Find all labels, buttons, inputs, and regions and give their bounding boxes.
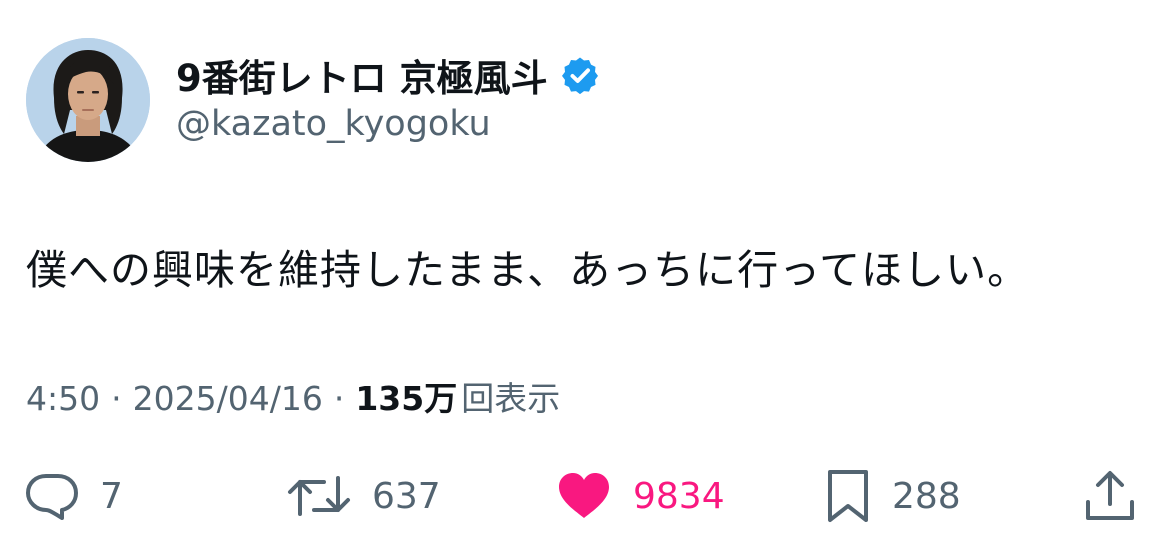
action-bar: 7 637 9834 288 xyxy=(0,466,1170,526)
heart-icon xyxy=(559,473,609,518)
avatar[interactable] xyxy=(26,38,150,162)
author-display-name[interactable]: 9番街レトロ 京極風斗 xyxy=(176,48,548,102)
views-count: 135万 xyxy=(355,379,458,418)
share-button[interactable] xyxy=(1082,466,1138,526)
tweet-meta: 4:50 · 2025/04/16 · 135万 回表示 xyxy=(26,372,560,420)
share-icon xyxy=(1086,471,1134,520)
tweet-time[interactable]: 4:50 xyxy=(26,379,100,418)
reply-button[interactable]: 7 xyxy=(24,466,123,526)
tweet-date[interactable]: 2025/04/16 xyxy=(133,379,323,418)
retweet-button[interactable]: 637 xyxy=(286,466,441,526)
retweet-icon xyxy=(288,476,350,516)
reply-count: 7 xyxy=(100,475,123,517)
meta-separator: · xyxy=(333,379,345,418)
tweet-text: 僕への興味を維持したまま、あっちに行ってほしい。 xyxy=(26,246,1030,294)
views-label: 回表示 xyxy=(461,379,561,418)
author-name-row[interactable]: 9番街レトロ 京極風斗 xyxy=(176,50,600,100)
verified-badge-icon[interactable] xyxy=(560,55,600,95)
reply-icon xyxy=(26,474,78,520)
avatar-image xyxy=(26,38,150,162)
meta-separator: · xyxy=(111,379,122,418)
like-button[interactable]: 9834 xyxy=(555,466,725,526)
bookmark-button[interactable]: 288 xyxy=(824,466,961,526)
retweet-count: 637 xyxy=(372,475,441,517)
bookmark-count: 288 xyxy=(892,475,961,517)
author-handle[interactable]: @kazato_kyogoku xyxy=(176,104,491,144)
bookmark-icon xyxy=(828,470,868,522)
like-count: 9834 xyxy=(633,475,725,517)
